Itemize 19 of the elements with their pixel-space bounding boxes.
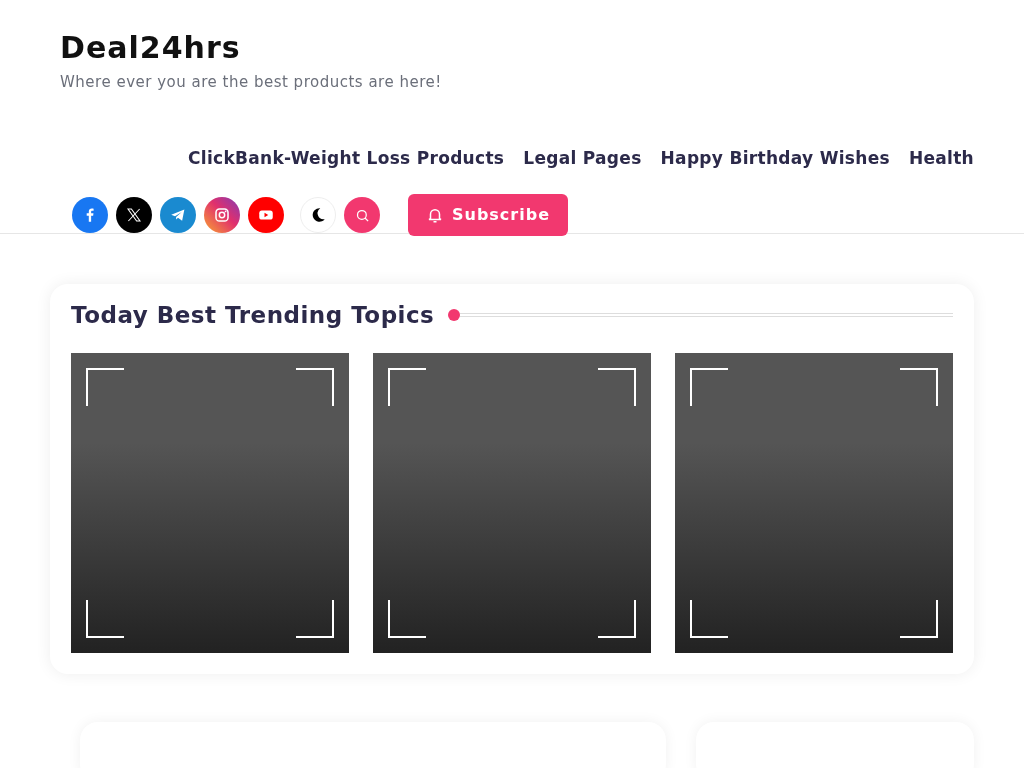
search-icon	[354, 207, 370, 223]
nav-link[interactable]: Legal Pages	[523, 146, 642, 172]
search-button[interactable]	[344, 197, 380, 233]
nav-link[interactable]: ClickBank-Weight Loss Products	[188, 146, 505, 172]
title-dot	[448, 309, 461, 322]
instagram-button[interactable]	[204, 197, 240, 233]
site-title[interactable]: Deal24hrs	[60, 30, 964, 66]
subscribe-button[interactable]: Subscribe	[408, 194, 568, 236]
x-logo-icon	[125, 206, 143, 224]
x-button[interactable]	[116, 197, 152, 233]
site-tagline: Where ever you are the best products are here!	[60, 72, 442, 93]
nav-link[interactable]: Health	[908, 146, 974, 172]
theme-toggle-button[interactable]	[300, 197, 336, 233]
section-title: Today Best Trending Topics	[71, 301, 435, 330]
nav-link[interactable]: Happy Birthday Wishes	[660, 146, 890, 172]
camera-icon	[213, 206, 231, 224]
facebook-button[interactable]	[72, 197, 108, 233]
youtube-button[interactable]	[248, 197, 284, 233]
telegram-button[interactable]	[160, 197, 196, 233]
